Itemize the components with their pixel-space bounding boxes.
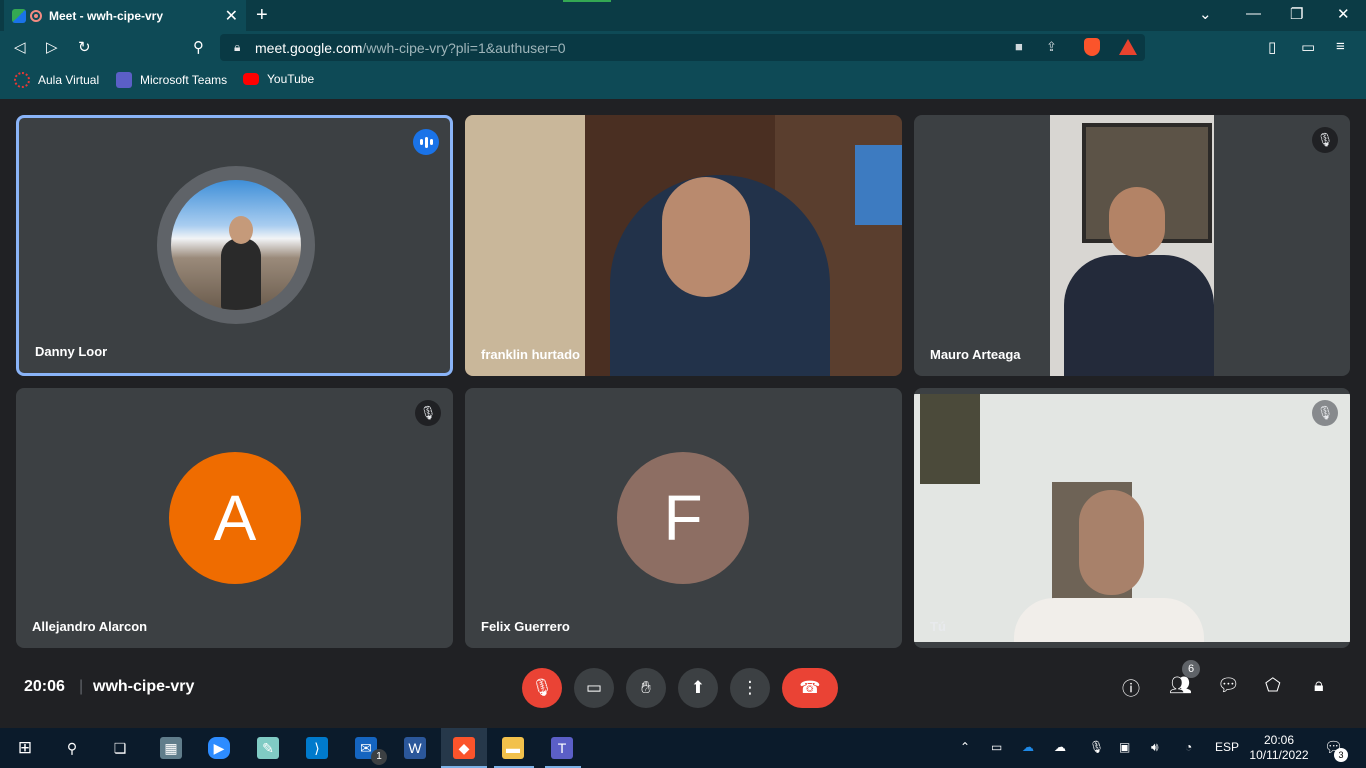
network-status-icon[interactable]: ▣ [1119,740,1130,754]
participant-tile-danny-loor[interactable]: Danny Loor [16,115,453,376]
speaking-indicator-icon [413,129,439,155]
chat-icon[interactable]: 💬︎ [1217,675,1240,696]
bookmark-icon[interactable]: ⚲ [193,38,204,56]
participant-tile-self[interactable]: 🎙︎ Tú [914,388,1350,648]
participant-name: franklin hurtado [481,347,580,362]
activities-icon[interactable]: ⬠ [1265,675,1281,696]
tab-strip-highlight [563,0,611,2]
raise-hand-button[interactable]: ✋︎ [626,668,666,708]
notepad-icon[interactable]: ✎ [257,737,279,759]
separator: | [79,678,84,695]
youtube-icon [243,73,259,85]
meeting-code[interactable]: wwh-cipe-vry [93,678,194,696]
participant-tile-felix-guerrero[interactable]: F Felix Guerrero [465,388,902,648]
system-clock[interactable]: 20:06 10/11/2022 [1249,733,1309,763]
brave-browser-icon[interactable]: ◆ [453,737,475,759]
vscode-icon[interactable]: ⟩ [306,737,328,759]
address-bar[interactable]: 🔒︎ meet.google.com/wwh-cipe-vry?pli=1&au… [220,34,1145,61]
meeting-details-icon[interactable]: ⓘ [1122,675,1140,701]
host-controls-icon[interactable]: 🔒︎ [1314,675,1324,696]
participant-name: Tú [930,619,946,634]
sidebar-icon[interactable]: ▯ [1268,38,1276,56]
bookmark-youtube[interactable]: YouTube [243,72,314,86]
url-text[interactable]: meet.google.com/wwh-cipe-vry?pli=1&authu… [255,40,566,56]
leave-call-button[interactable]: ☎︎ [782,668,838,708]
tab-search-icon[interactable]: ⌄ [1199,5,1212,23]
zoom-icon[interactable]: ▶ [208,737,230,759]
windows-start-icon[interactable]: ⊞ [14,737,36,759]
teams-icon [116,72,132,88]
mic-off-icon: 🎙︎ [1312,127,1338,153]
tab-close-icon[interactable]: ✕ [225,6,238,26]
browser-toolbar: ◁ ▷ ↻ ⚲ 🔒︎ meet.google.com/wwh-cipe-vry?… [0,31,1366,64]
wifi-icon[interactable]: ◔ [1185,740,1192,754]
tab-title: Meet - wwh-cipe-vry [49,8,164,23]
browser-tabbar: Meet - wwh-cipe-vry ✕ + ⌄ — ❐ ✕ [0,0,1366,31]
mic-off-icon: 🎙︎ [415,400,441,426]
onedrive-error-icon[interactable]: ☁ [1054,740,1066,754]
more-options-button[interactable]: ⋮ [730,668,770,708]
calculator-icon[interactable]: ▦ [160,737,182,759]
recording-indicator-icon [30,9,42,22]
participant-tile-mauro-arteaga[interactable]: 🎙︎ Mauro Arteaga [914,115,1350,376]
participant-tile-allejandro-alarcon[interactable]: A 🎙︎ Allejandro Alarcon [16,388,453,648]
file-explorer-icon[interactable]: ▬ [502,737,524,759]
meet-control-bar: 20:06 | wwh-cipe-vry 🎙︎ ▭ ✋︎ ⬆ ⋮ ☎︎ ⓘ 6 … [0,657,1366,728]
brave-shields-icon[interactable] [1084,38,1100,56]
battery-icon[interactable]: ▭ [991,740,1002,754]
participant-tile-franklin-hurtado[interactable]: franklin hurtado [465,115,902,376]
present-screen-button[interactable]: ⬆ [678,668,718,708]
volume-icon[interactable]: 🔊︎ [1151,740,1159,755]
input-language[interactable]: ESP [1215,740,1239,754]
back-icon[interactable]: ◁ [14,38,26,56]
restore-button[interactable]: ❐ [1290,5,1303,23]
search-icon[interactable]: ⚲ [61,737,83,759]
onedrive-icon[interactable]: ☁ [1022,740,1034,754]
participant-name: Felix Guerrero [481,619,570,634]
tab-meet[interactable]: Meet - wwh-cipe-vry ✕ [4,0,246,31]
mic-off-icon: 🎙︎ [1312,400,1338,426]
meet-main: Danny Loor franklin hurtado 🎙︎ Mauro Art… [0,99,1366,728]
menu-icon[interactable]: ≡ [1336,38,1345,55]
microphone-icon[interactable]: 🎙︎ [1089,740,1104,754]
bookmark-microsoft-teams[interactable]: Microsoft Teams [116,72,227,88]
avatar [157,166,315,324]
reload-icon[interactable]: ↻ [78,38,91,56]
camera-in-use-icon[interactable]: ■ [1015,39,1023,54]
wallet-icon[interactable]: ▭ [1301,38,1315,56]
minimize-button[interactable]: — [1246,5,1261,22]
participant-name: Danny Loor [35,344,108,359]
mail-badge: 1 [371,749,387,765]
share-icon[interactable]: ⇪ [1046,39,1057,55]
camera-toggle-button[interactable]: ▭ [574,668,614,708]
forward-icon[interactable]: ▷ [46,38,58,56]
windows-taskbar: ⊞ ⚲ ❏ ▦ ▶ ✎ ⟩ ✉ 1 W ◆ ▬ T ⌃ ▭ ☁ ☁ 🎙︎ ▣ 🔊… [0,728,1366,768]
avatar-initial: F [617,452,749,584]
bookmark-aula-virtual[interactable]: Aula Virtual [14,72,99,88]
participant-name: Allejandro Alarcon [32,619,148,634]
avatar-initial: A [169,452,301,584]
brave-rewards-icon[interactable] [1119,39,1137,55]
lock-icon: 🔒︎ [234,40,241,54]
avatar-photo [171,180,301,310]
aula-virtual-icon [14,72,30,88]
video-background [465,115,585,376]
word-icon[interactable]: W [404,737,426,759]
people-icon[interactable]: 👥︎ [1169,675,1192,696]
new-tab-button[interactable]: + [256,4,268,27]
mic-toggle-button[interactable]: 🎙︎ [522,668,562,708]
task-view-icon[interactable]: ❏ [109,737,131,759]
close-window-button[interactable]: ✕ [1337,5,1350,23]
bookmarks-bar: Aula Virtual Microsoft Teams YouTube [0,64,1366,99]
show-hidden-icons-icon[interactable]: ⌃ [960,740,970,754]
notifications-badge: 3 [1334,748,1348,762]
participant-name: Mauro Arteaga [930,347,1021,362]
meeting-time: 20:06 [24,678,65,695]
teams-icon[interactable]: T [551,737,573,759]
google-meet-favicon-icon [12,8,26,23]
